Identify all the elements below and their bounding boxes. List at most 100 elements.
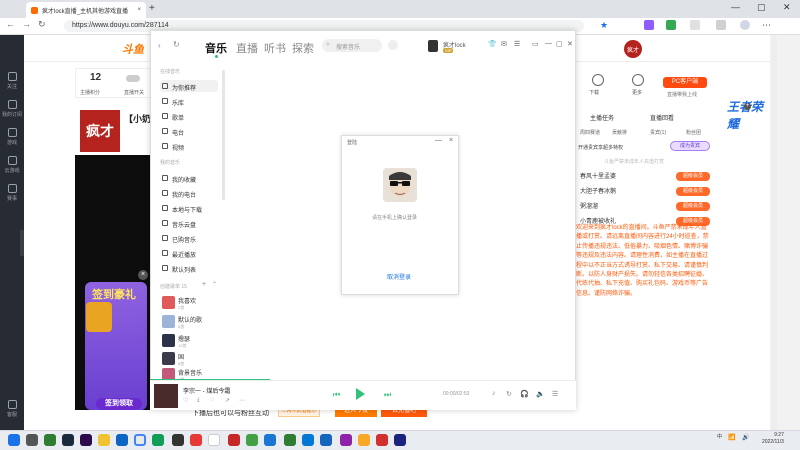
live-toggle[interactable] <box>126 75 140 82</box>
nav-default-list[interactable]: 默认列表 <box>160 262 218 274</box>
app-icon[interactable] <box>320 434 332 446</box>
share-icon[interactable]: ↗ <box>225 397 230 404</box>
now-playing-title[interactable]: 李宗一 - 煤后今霜 <box>183 386 230 395</box>
sidebar-item-games[interactable]: 游戏 <box>0 128 24 146</box>
close-tab-icon[interactable]: × <box>137 7 141 13</box>
tab-anchor-tasks[interactable]: 主播任务 <box>590 113 614 122</box>
mini-mode-icon[interactable]: ▭ <box>532 40 539 48</box>
nav-my-radio[interactable]: 我的电台 <box>160 187 218 199</box>
app-icon[interactable] <box>376 434 388 446</box>
nav-library[interactable]: 乐库 <box>160 95 218 107</box>
sidebar-item-service[interactable]: 客服 <box>0 400 24 418</box>
extension-icon[interactable] <box>666 20 676 30</box>
collections-icon[interactable] <box>716 20 726 30</box>
nav-radio[interactable]: 电台 <box>160 125 218 137</box>
profile-icon[interactable] <box>740 20 750 30</box>
album-cover[interactable] <box>154 384 178 408</box>
music-search-input[interactable]: 搜索音乐 <box>322 39 382 52</box>
nav-cloud-drive[interactable]: 音乐云盘 <box>160 217 218 229</box>
close-icon[interactable]: ✕ <box>567 40 573 48</box>
rank-row[interactable]: 春风十里孟婆 超级会员 <box>580 171 710 183</box>
playlist-item[interactable]: 我喜欢 2首 <box>160 296 220 310</box>
add-playlist-icon[interactable]: + <box>202 281 206 288</box>
minimize-icon[interactable]: — <box>435 137 442 144</box>
app-icon[interactable] <box>358 434 370 446</box>
tab-weekly[interactable]: 周四赛道 <box>580 129 600 136</box>
sidebar-item-subscribe[interactable]: 我的订阅 <box>0 100 24 118</box>
puzzle-icon[interactable] <box>690 20 700 30</box>
previous-icon[interactable]: ⏮ <box>333 390 340 400</box>
volume-icon[interactable]: 🔊 <box>742 434 749 441</box>
star-icon[interactable]: ★ <box>600 20 610 30</box>
more-icon[interactable]: ⋯ <box>239 397 245 404</box>
browser-tab[interactable]: 疯才lock直播_主机其他游戏直播 × <box>26 2 146 18</box>
back-icon[interactable]: ← <box>6 19 15 29</box>
close-icon[interactable]: × <box>449 137 453 144</box>
maximize-icon[interactable]: ▢ <box>556 40 563 48</box>
app-icon[interactable] <box>340 434 352 446</box>
tab-music[interactable]: 音乐 <box>205 40 227 56</box>
anchor-avatar[interactable]: 疯才 <box>80 110 120 152</box>
new-tab-button[interactable]: + <box>149 3 155 14</box>
nav-recent[interactable]: 最近播放 <box>160 247 218 259</box>
pc-client-button[interactable]: PC客户端 <box>663 77 707 88</box>
back-icon[interactable]: ‹ <box>158 41 161 50</box>
app-icon[interactable] <box>80 434 92 446</box>
next-icon[interactable]: ⏭ <box>384 390 391 400</box>
playback-progress[interactable] <box>150 379 270 380</box>
like-icon[interactable]: ♡ <box>183 397 188 404</box>
comment-icon[interactable]: ◌ <box>211 397 215 403</box>
xbox-icon[interactable] <box>284 434 296 446</box>
nav-favorites[interactable]: 我的收藏 <box>160 172 218 184</box>
system-clock[interactable]: 9:27 2022/11/3 <box>762 432 784 446</box>
app-icon[interactable] <box>246 434 258 446</box>
network-icon[interactable]: 📶 <box>728 434 735 441</box>
tab-contribution[interactable]: 贡献排 <box>612 129 627 136</box>
close-window-icon[interactable]: ✕ <box>783 2 791 13</box>
douyu-logo[interactable]: 斗鱼 <box>122 41 144 57</box>
sidebar-item-follow[interactable]: 关注 <box>0 72 24 90</box>
nav-video[interactable]: 视频 <box>160 140 218 152</box>
close-promo-icon[interactable]: × <box>138 270 148 280</box>
steam-icon[interactable] <box>394 434 406 446</box>
refresh-icon[interactable]: ↻ <box>38 19 46 30</box>
rank-row[interactable]: 大胆子春冰鹅 超级会员 <box>580 186 710 198</box>
tab-replay[interactable]: 直播回看 <box>650 113 674 122</box>
download-icon[interactable] <box>592 74 604 86</box>
more-icon[interactable] <box>632 74 644 86</box>
voice-search-icon[interactable] <box>388 40 398 50</box>
nav-local-download[interactable]: 本地与下载 <box>160 202 218 214</box>
minimize-icon[interactable]: — <box>731 2 740 12</box>
lyrics-icon[interactable]: ♪ <box>492 390 496 397</box>
output-device-icon[interactable]: 🎧 <box>520 390 529 398</box>
app-icon[interactable] <box>172 434 184 446</box>
start-icon[interactable] <box>8 434 20 446</box>
message-icon[interactable]: ✉ <box>501 40 507 48</box>
app-icon[interactable] <box>228 434 240 446</box>
nav-recommend[interactable]: 为你推荐 <box>160 80 218 92</box>
playlist-item[interactable]: 撸瑟 12首 <box>160 334 220 348</box>
tab-fans[interactable]: 粉丝团 <box>686 129 701 136</box>
page-scrollbar[interactable] <box>771 36 777 430</box>
nav-playlists[interactable]: 歌单 <box>160 110 218 122</box>
download-icon[interactable]: ⤓ <box>197 397 200 404</box>
user-avatar[interactable]: 疯才 <box>624 40 642 58</box>
edge-icon[interactable] <box>152 434 164 446</box>
settings-menu-icon[interactable]: ☰ <box>514 40 520 48</box>
app-icon[interactable] <box>190 434 202 446</box>
playlist-item[interactable]: 默认的歌 5首 <box>160 315 220 329</box>
menu-icon[interactable]: ⋯ <box>762 20 772 30</box>
app-icon[interactable] <box>116 434 128 446</box>
app-icon[interactable] <box>208 434 220 446</box>
tab-vip[interactable]: 贵宾(1) <box>650 129 666 136</box>
play-icon[interactable] <box>356 388 365 400</box>
input-method[interactable]: 中 <box>717 433 722 440</box>
file-explorer-icon[interactable] <box>98 434 110 446</box>
become-vip-button[interactable]: 成为贵宾 <box>670 141 710 151</box>
extension-icon[interactable] <box>644 20 654 30</box>
forward-icon[interactable]: → <box>22 19 31 29</box>
collapse-icon[interactable]: ⌃ <box>212 281 217 288</box>
checkin-button[interactable]: 签到领取 <box>96 398 142 410</box>
tab-audiobook[interactable]: 听书 <box>264 40 286 56</box>
app-icon[interactable] <box>62 434 74 446</box>
